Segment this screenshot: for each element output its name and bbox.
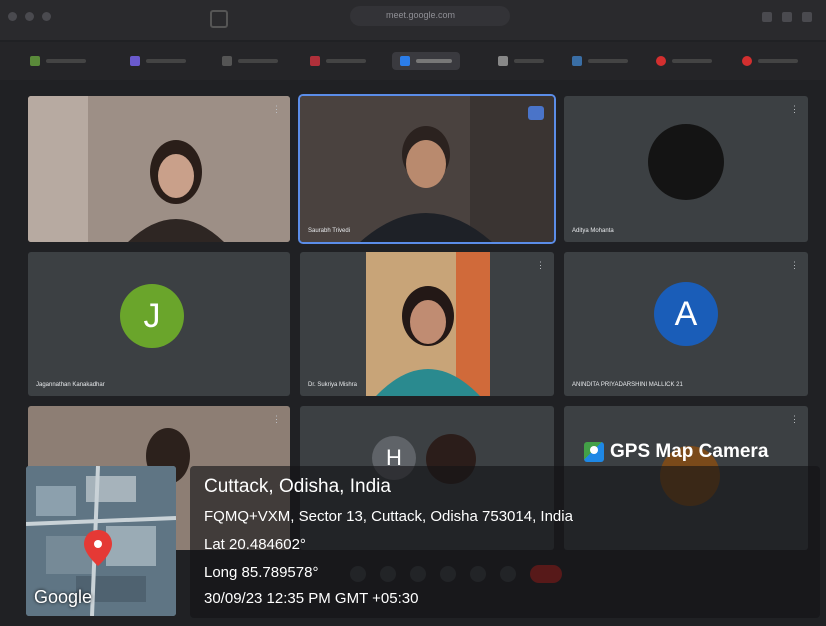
latitude: Lat 20.484602° (204, 536, 306, 553)
browser-titlebar: meet.google.com (0, 0, 826, 40)
browser-tab[interactable] (498, 54, 544, 68)
share-icon[interactable] (762, 12, 772, 22)
participant-avatar (648, 124, 724, 200)
participant-avatar-j: J (120, 284, 184, 348)
participant-tile[interactable]: J Jagannathan Kanakadhar (28, 252, 290, 396)
more-options-icon[interactable]: ⋮ (272, 414, 282, 424)
participant-name: Saurabh Trivedi (308, 228, 351, 234)
browser-actions (762, 12, 812, 22)
meet-favicon-icon (400, 56, 410, 66)
browser-tab[interactable] (30, 54, 86, 68)
more-options-icon[interactable]: ⋮ (790, 414, 800, 424)
browser-tab[interactable] (572, 54, 628, 68)
tabs-overview-icon[interactable] (802, 12, 812, 22)
close-window-icon[interactable] (8, 12, 17, 21)
browser-tab-bar (0, 42, 826, 80)
map-attribution: Google (34, 587, 93, 607)
participant-tile-active-speaker[interactable]: Saurabh Trivedi (298, 94, 556, 244)
participant-avatar-a: A (654, 282, 718, 346)
new-tab-icon[interactable] (782, 12, 792, 22)
location-address: FQMQ+VXM, Sector 13, Cuttack, Odisha 753… (204, 508, 573, 525)
privacy-shield-icon[interactable] (210, 10, 228, 28)
tab-favicon-icon (130, 56, 140, 66)
participant-video (300, 96, 554, 242)
capture-datetime: 30/09/23 12:35 PM GMT +05:30 (204, 590, 419, 607)
gps-map-camera-logo-icon (584, 442, 604, 462)
more-options-icon[interactable]: ⋮ (790, 260, 800, 270)
tab-favicon-icon (498, 56, 508, 66)
longitude: Long 85.789578° (204, 564, 319, 581)
browser-tab[interactable] (742, 54, 798, 68)
more-options-icon[interactable]: ⋮ (536, 260, 546, 270)
browser-tab[interactable] (310, 54, 366, 68)
participant-name: ANINDITA PRIYADARSHINI MALLICK 21 (572, 382, 683, 388)
browser-tab[interactable] (656, 54, 712, 68)
browser-tab[interactable] (222, 54, 278, 68)
minimize-window-icon[interactable] (25, 12, 34, 21)
maximize-window-icon[interactable] (42, 12, 51, 21)
participant-name: Aditya Mohanta (572, 228, 614, 234)
pin-icon[interactable] (528, 106, 544, 120)
map-thumbnail: Google (26, 466, 176, 616)
participant-tile[interactable]: ⋮ (28, 96, 290, 242)
participant-tile[interactable]: A ⋮ ANINDITA PRIYADARSHINI MALLICK 21 (564, 252, 808, 396)
browser-tab-active[interactable] (392, 52, 460, 70)
gps-brand: GPS Map Camera (584, 438, 768, 466)
location-title: Cuttack, Odisha, India (204, 476, 391, 497)
participant-video (28, 96, 290, 242)
youtube-favicon-icon (742, 56, 752, 66)
youtube-favicon-icon (656, 56, 666, 66)
more-options-icon[interactable]: ⋮ (272, 104, 282, 114)
participant-tile[interactable]: ⋮ Dr. Sukriya Mishra (300, 252, 554, 396)
gps-info-panel: Cuttack, Odisha, India FQMQ+VXM, Sector … (190, 466, 820, 618)
browser-tab[interactable] (130, 54, 186, 68)
window-controls[interactable] (8, 12, 51, 21)
participant-name: Jagannathan Kanakadhar (36, 382, 105, 388)
participant-video (366, 252, 490, 396)
address-bar[interactable]: meet.google.com (350, 6, 510, 26)
tab-favicon-icon (222, 56, 232, 66)
more-options-icon[interactable]: ⋮ (790, 104, 800, 114)
tab-favicon-icon (30, 56, 40, 66)
participant-tile[interactable]: ⋮ Aditya Mohanta (564, 96, 808, 242)
tab-favicon-icon (310, 56, 320, 66)
participant-name: Dr. Sukriya Mishra (308, 382, 358, 388)
tab-favicon-icon (572, 56, 582, 66)
gps-brand-name: GPS Map Camera (610, 441, 769, 462)
address-bar-url: meet.google.com (386, 10, 456, 20)
